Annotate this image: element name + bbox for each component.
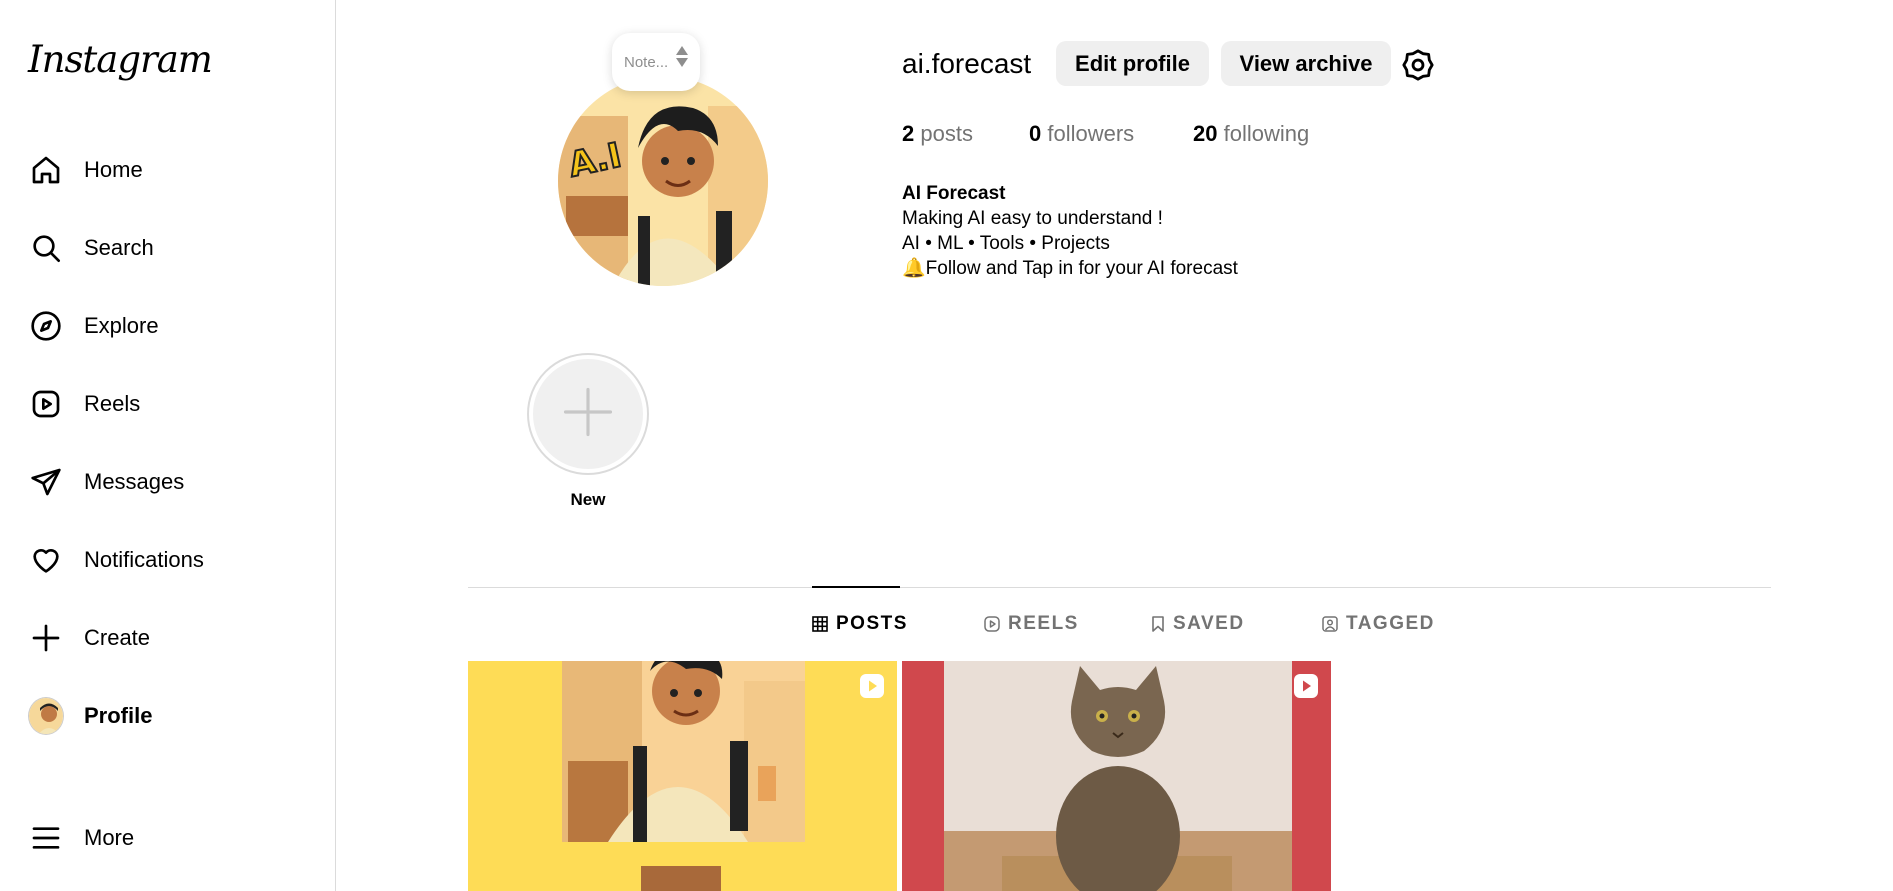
tabs-divider <box>468 587 1771 588</box>
menu-icon <box>28 820 64 856</box>
avatar <box>28 697 64 735</box>
profile-bio: AI Forecast Making AI easy to understand… <box>902 181 1238 281</box>
new-highlight-label: New <box>570 490 606 509</box>
profile-avatar[interactable]: A.I <box>558 76 768 286</box>
reel-indicator-icon <box>859 673 885 699</box>
sidebar-item-notifications[interactable]: Notifications <box>28 532 318 588</box>
tab-label: SAVED <box>1173 613 1245 634</box>
sidebar-item-create[interactable]: Create <box>28 610 318 666</box>
sidebar-item-messages[interactable]: Messages <box>28 454 318 510</box>
sidebar-item-profile[interactable]: Profile <box>28 688 318 744</box>
sidebar-item-explore[interactable]: Explore <box>28 298 318 354</box>
posts-count: 2 posts <box>902 121 973 146</box>
tab-label: REELS <box>1008 613 1079 634</box>
tab-reels[interactable]: REELS <box>984 612 1079 636</box>
reels-icon <box>28 386 64 422</box>
view-archive-button[interactable]: View archive <box>1221 41 1391 86</box>
sidebar-item-label: Create <box>84 625 151 650</box>
reel-indicator-icon <box>1293 673 1319 699</box>
tab-saved[interactable]: SAVED <box>1151 612 1245 636</box>
bio-line: Making AI easy to understand ! <box>902 208 1163 229</box>
scroll-arrows-icon <box>676 46 688 67</box>
note-bubble[interactable]: Note... <box>612 33 700 91</box>
tab-label: TAGGED <box>1346 613 1435 634</box>
tab-label: POSTS <box>836 613 908 634</box>
sidebar-item-label: Explore <box>84 313 159 338</box>
tab-posts[interactable]: POSTS <box>812 612 908 636</box>
search-icon <box>28 230 64 266</box>
post-thumbnail[interactable] <box>902 661 1331 891</box>
sidebar: Instagram Home Search Explore Reels Mess… <box>0 0 336 891</box>
bookmark-icon <box>1151 616 1165 632</box>
post-thumbnail[interactable] <box>468 661 897 891</box>
plus-icon <box>28 620 64 656</box>
tag-user-icon <box>1322 616 1338 632</box>
profile-username: ai.forecast <box>902 48 1032 79</box>
sidebar-item-label: Reels <box>84 391 141 416</box>
bio-line: 🔔Follow and Tap in for your AI forecast <box>902 258 1238 279</box>
bio-line: AI • ML • Tools • Projects <box>902 233 1110 254</box>
sidebar-item-label: Notifications <box>84 547 204 572</box>
sidebar-item-home[interactable]: Home <box>28 142 318 198</box>
sidebar-item-label: Search <box>84 235 154 260</box>
new-highlight-button[interactable] <box>527 353 649 475</box>
edit-profile-button[interactable]: Edit profile <box>1056 41 1209 86</box>
reels-icon <box>984 616 1000 632</box>
grid-icon <box>812 616 828 632</box>
following-count[interactable]: 20 following <box>1193 121 1309 147</box>
compass-icon <box>28 308 64 344</box>
sidebar-item-label: Messages <box>84 469 185 494</box>
tab-tagged[interactable]: TAGGED <box>1322 612 1435 636</box>
heart-icon <box>28 542 64 578</box>
followers-count[interactable]: 0 followers <box>1029 121 1134 147</box>
sidebar-item-label: Profile <box>84 703 153 728</box>
note-placeholder: Note... <box>624 53 669 71</box>
active-tab-indicator <box>812 586 900 588</box>
sidebar-item-label: More <box>84 825 135 850</box>
sidebar-item-search[interactable]: Search <box>28 220 318 276</box>
profile-display-name: AI Forecast <box>902 183 1006 204</box>
settings-gear-icon[interactable] <box>1401 48 1435 82</box>
home-icon <box>28 152 64 188</box>
instagram-logo[interactable]: Instagram <box>28 38 213 81</box>
sidebar-item-reels[interactable]: Reels <box>28 376 318 432</box>
plus-icon <box>561 385 615 444</box>
sidebar-item-more[interactable]: More <box>28 810 318 866</box>
send-icon <box>28 464 64 500</box>
sidebar-item-label: Home <box>84 157 143 182</box>
